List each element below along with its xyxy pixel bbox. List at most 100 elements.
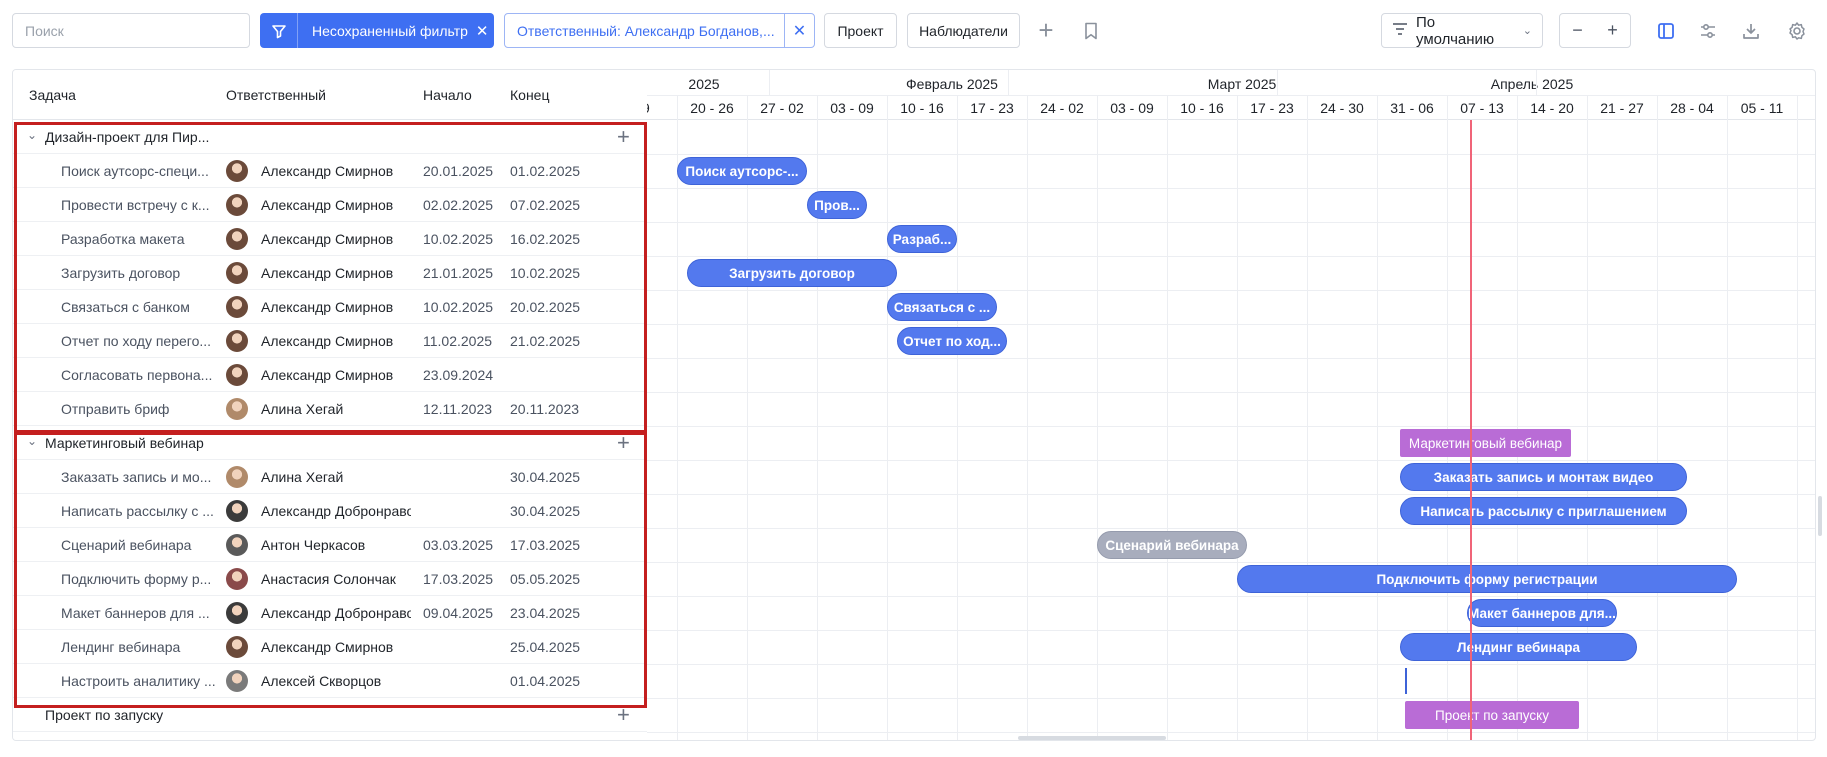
settings-sliders-icon[interactable] [1690,13,1726,48]
gantt-bar[interactable]: Лендинг вебинара [1400,633,1637,661]
table-row[interactable]: Настроить аналитику ... Алексей Скворцов 0… [13,664,647,698]
responsible-name: Александр Добронравов [261,503,411,519]
observers-button[interactable]: Наблюдатели [907,13,1020,48]
table-row[interactable]: Подключить форму р... Анастасия Солончак 1… [13,562,647,596]
milestone-marker[interactable] [1405,668,1407,694]
task-name[interactable]: Написать рассылку с ... [61,503,221,519]
timeline-header: 2025 Февраль 2025 Март 2025 Апрель 2025 19 20… [647,70,1815,120]
clear-filter-icon[interactable]: ✕ [476,22,489,40]
table-row[interactable]: Связаться с банком Александр Смирнов 10.02… [13,290,647,324]
header-task[interactable]: Задача [29,87,76,103]
responsible-name: Александр Добронравов [261,605,411,621]
table-row[interactable]: Написать рассылку с ... Александр Добронр… [13,494,647,528]
vertical-scrollbar[interactable] [1818,496,1822,536]
task-name[interactable]: Макет баннеров для ... [61,605,221,621]
header-responsible[interactable]: Ответственный [226,87,326,103]
task-name[interactable]: Лендинг вебинара [61,639,221,655]
task-name[interactable]: Настроить аналитику ... [61,673,221,689]
task-name[interactable]: Подключить форму р... [61,571,221,587]
add-task-icon[interactable]: + [617,430,630,456]
table-row[interactable]: Разработка макета Александр Смирнов 10.02.… [13,222,647,256]
month-label: Февраль 2025 [906,76,998,92]
gantt-bar[interactable]: Пров... [807,191,867,219]
table-row[interactable]: Отчет по ходу перего... Александр Смирнов… [13,324,647,358]
table-row[interactable]: Согласовать первона... Александр Смирнов 2… [13,358,647,392]
gantt-bar[interactable]: Связаться с ... [887,293,997,321]
task-name[interactable]: Заказать запись и мо... [61,469,221,485]
month-label: 2025 [688,76,720,92]
gantt-bar[interactable]: Заказать запись и монтаж видео [1400,463,1687,491]
group-row[interactable]: ⌄ Маркетинговый вебинар + [13,426,647,460]
group-row[interactable]: Проект по запуску + [13,698,647,732]
start-date: 03.03.2025 [423,537,494,553]
add-task-icon[interactable]: + [617,124,630,150]
week-label: 17 - 23 [1250,100,1294,116]
panel-layout-icon[interactable] [1648,13,1684,48]
group-row[interactable]: ⌄ Дизайн-проект для Пир... + [13,120,647,154]
add-task-icon[interactable]: + [617,702,630,728]
bookmark-icon[interactable] [1073,13,1109,48]
table-row[interactable]: Заказать запись и мо... Алина Хегай 30.04.… [13,460,647,494]
table-row[interactable]: Сценарий вебинара Антон Черкасов 03.03.202… [13,528,647,562]
grid-row-line [647,256,1815,257]
add-filter-icon[interactable]: + [1028,13,1064,48]
header-start[interactable]: Начало [423,87,472,103]
gantt-bar[interactable]: Маркетинговый вебинар [1400,429,1571,457]
table-row[interactable]: Поиск аутсорс-специ... Александр Смирнов 2… [13,154,647,188]
gantt-bar[interactable]: Сценарий вебинара [1097,531,1247,559]
grid-column-line [1027,95,1028,740]
grid-column-line [1727,95,1728,740]
project-button[interactable]: Проект [824,13,897,48]
search-field[interactable] [12,13,250,48]
gantt-bar[interactable]: Написать рассылку с приглашением [1400,497,1687,525]
unsaved-filter-button[interactable]: Несохраненный фильтр ✕ [260,13,494,48]
chevron-down-icon[interactable]: ⌄ [27,128,37,142]
grid-row-line [647,630,1815,631]
gantt-bar[interactable]: Поиск аутсорс-... [677,157,807,185]
end-date: 23.04.2025 [510,605,581,621]
gear-icon[interactable] [1779,13,1815,48]
task-name[interactable]: Связаться с банком [61,299,221,315]
table-row[interactable]: Лендинг вебинара Александр Смирнов 25.04.2… [13,630,647,664]
task-name[interactable]: Загрузить договор [61,265,221,281]
search-input[interactable] [25,22,237,39]
responsible-name: Александр Смирнов [261,231,394,247]
gantt-bar[interactable]: Подключить форму регистрации [1237,565,1737,593]
chevron-down-icon[interactable]: ⌄ [27,434,37,448]
task-name[interactable]: Разработка макета [61,231,221,247]
gantt-bar[interactable]: Отчет по ход... [897,327,1007,355]
responsible-filter-chip[interactable]: Ответственный: Александр Богданов,... ✕ [504,13,815,48]
grid-row-line [647,290,1815,291]
gantt-bar[interactable]: Макет баннеров для... [1467,599,1617,627]
group-title[interactable]: Дизайн-проект для Пир... [45,129,225,145]
header-end[interactable]: Конец [510,87,549,103]
task-name[interactable]: Провести встречу с к... [61,197,221,213]
task-name[interactable]: Отправить бриф [61,401,221,417]
table-row[interactable]: Провести встречу с к... Александр Смирнов… [13,188,647,222]
gantt-bar[interactable]: Загрузить договор [687,259,897,287]
task-name[interactable]: Согласовать первона... [61,367,221,383]
horizontal-scrollbar[interactable] [1018,736,1166,740]
responsible-name: Александр Смирнов [261,299,394,315]
zoom-out-button[interactable]: − [1572,20,1583,41]
task-name[interactable]: Отчет по ходу перего... [61,333,221,349]
task-name[interactable]: Поиск аутсорс-специ... [61,163,221,179]
table-row[interactable]: Макет баннеров для ... Александр Добронра… [13,596,647,630]
download-icon[interactable] [1733,13,1769,48]
gantt-bar[interactable]: Проект по запуску [1405,701,1579,729]
sort-dropdown[interactable]: По умолчанию ⌄ [1381,13,1543,48]
avatar [226,670,248,692]
table-row[interactable]: Отправить бриф Алина Хегай 12.11.2023 20.11… [13,392,647,426]
grid-row-line [647,698,1815,699]
month-separator [1008,70,1009,95]
gantt-bar[interactable]: Разраб... [887,225,957,253]
responsible-name: Александр Смирнов [261,197,394,213]
grid-row-line [647,494,1815,495]
group-title[interactable]: Проект по запуску [45,707,225,723]
group-title[interactable]: Маркетинговый вебинар [45,435,225,451]
start-date: 10.02.2025 [423,299,494,315]
remove-chip-icon[interactable]: ✕ [784,14,814,47]
table-row[interactable]: Загрузить договор Александр Смирнов 21.01.… [13,256,647,290]
task-name[interactable]: Сценарий вебинара [61,537,221,553]
zoom-in-button[interactable]: + [1607,20,1618,41]
